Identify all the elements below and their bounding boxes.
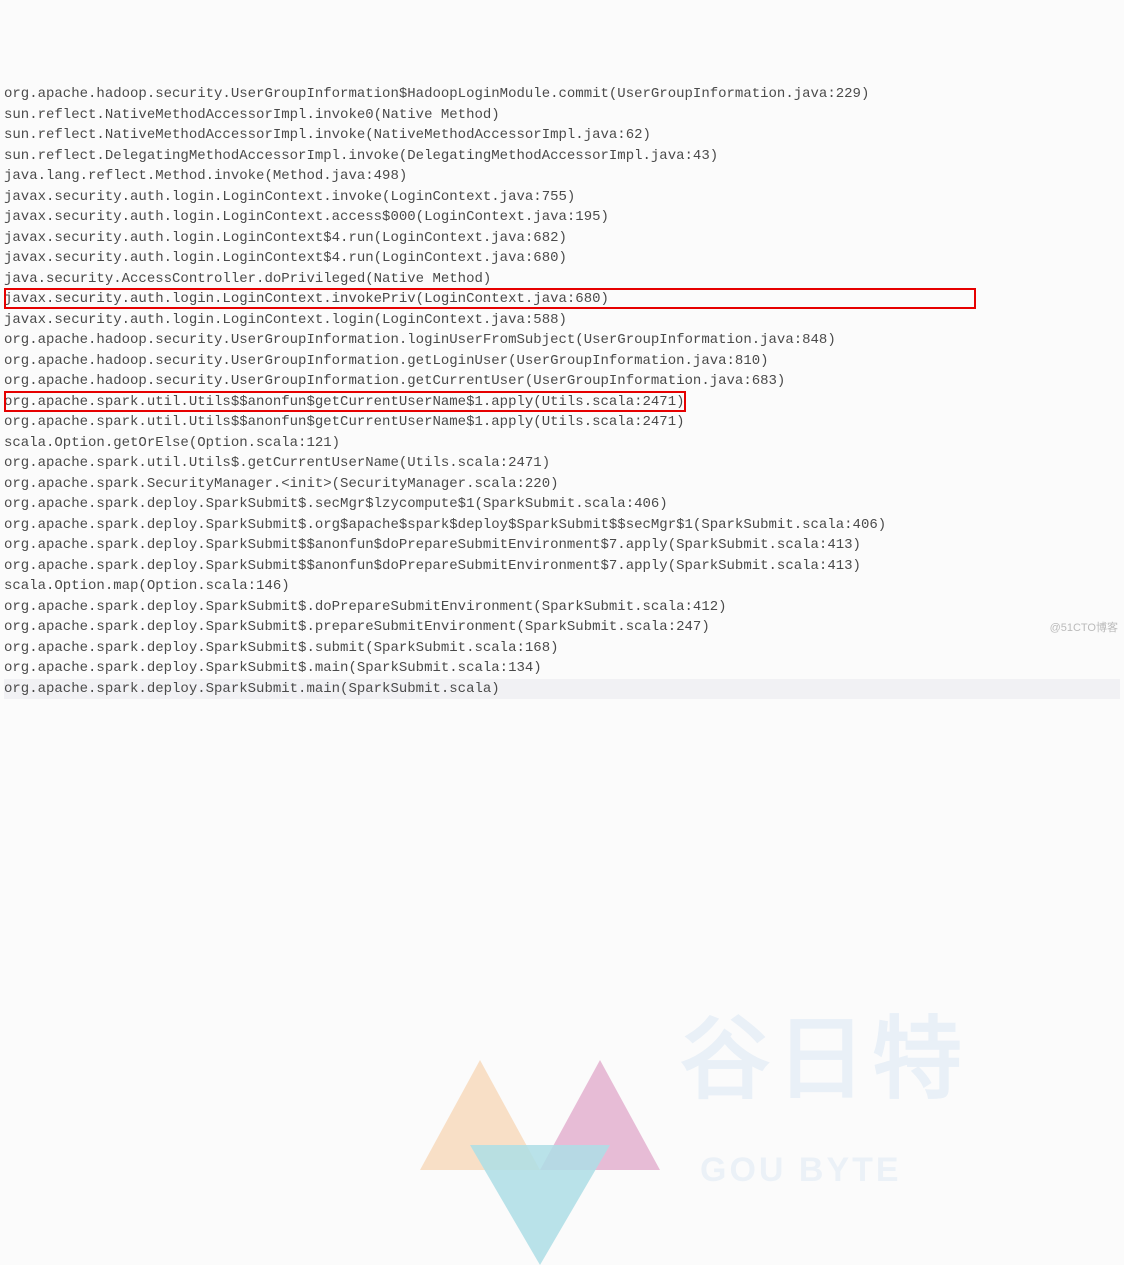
stack-line: org.apache.spark.deploy.SparkSubmit$.mai…: [4, 658, 1120, 679]
stack-line: org.apache.hadoop.security.UserGroupInfo…: [4, 84, 1120, 105]
stack-line: javax.security.auth.login.LoginContext.i…: [4, 187, 1120, 208]
stack-line: java.lang.reflect.Method.invoke(Method.j…: [4, 166, 1120, 187]
stack-line: javax.security.auth.login.LoginContext.a…: [4, 207, 1120, 228]
stack-line: org.apache.hadoop.security.UserGroupInfo…: [4, 371, 1120, 392]
stack-line: javax.security.auth.login.LoginContext$4…: [4, 248, 1120, 269]
stack-line: org.apache.hadoop.security.UserGroupInfo…: [4, 351, 1120, 372]
stack-line: org.apache.spark.util.Utils$.getCurrentU…: [4, 453, 1120, 474]
watermark-text-main: 谷日特: [680, 1050, 968, 1071]
stack-line: org.apache.spark.deploy.SparkSubmit$.sub…: [4, 638, 1120, 659]
watermark-logo: 谷日特 GOU BYTE: [0, 740, 17, 822]
stack-line: org.apache.spark.deploy.SparkSubmit$$ano…: [4, 556, 1120, 577]
stack-line: javax.security.auth.login.LoginContext.l…: [4, 310, 1120, 331]
stack-line: sun.reflect.NativeMethodAccessorImpl.inv…: [4, 105, 1120, 126]
stack-line: scala.Option.map(Option.scala:146): [4, 576, 1120, 597]
stack-line: org.apache.spark.util.Utils$$anonfun$get…: [4, 392, 1120, 413]
stacktrace-block: org.apache.hadoop.security.UserGroupInfo…: [0, 82, 1124, 699]
stack-line: org.apache.spark.deploy.SparkSubmit$.doP…: [4, 597, 1120, 618]
stack-line: org.apache.spark.deploy.SparkSubmit$.org…: [4, 515, 1120, 536]
stack-line: org.apache.spark.deploy.SparkSubmit$.pre…: [4, 617, 1120, 638]
stack-line: org.apache.spark.util.Utils$$anonfun$get…: [4, 412, 1120, 433]
stack-line: scala.Option.getOrElse(Option.scala:121): [4, 433, 1120, 454]
stack-line: javax.security.auth.login.LoginContext$4…: [4, 228, 1120, 249]
stack-line: java.security.AccessController.doPrivile…: [4, 269, 1120, 290]
stack-line: org.apache.spark.deploy.SparkSubmit.main…: [4, 679, 1120, 700]
stack-line: org.apache.spark.SecurityManager.<init>(…: [4, 474, 1120, 495]
stack-line: sun.reflect.DelegatingMethodAccessorImpl…: [4, 146, 1120, 167]
stack-line: sun.reflect.NativeMethodAccessorImpl.inv…: [4, 125, 1120, 146]
stack-line: org.apache.spark.deploy.SparkSubmit$$ano…: [4, 535, 1120, 556]
stack-line: org.apache.hadoop.security.UserGroupInfo…: [4, 330, 1120, 351]
watermark-text-sub: GOU BYTE: [700, 1160, 902, 1181]
stack-line: org.apache.spark.deploy.SparkSubmit$.sec…: [4, 494, 1120, 515]
footer-watermark: @51CTO博客: [1050, 618, 1118, 639]
stack-line: javax.security.auth.login.LoginContext.i…: [4, 289, 1120, 310]
